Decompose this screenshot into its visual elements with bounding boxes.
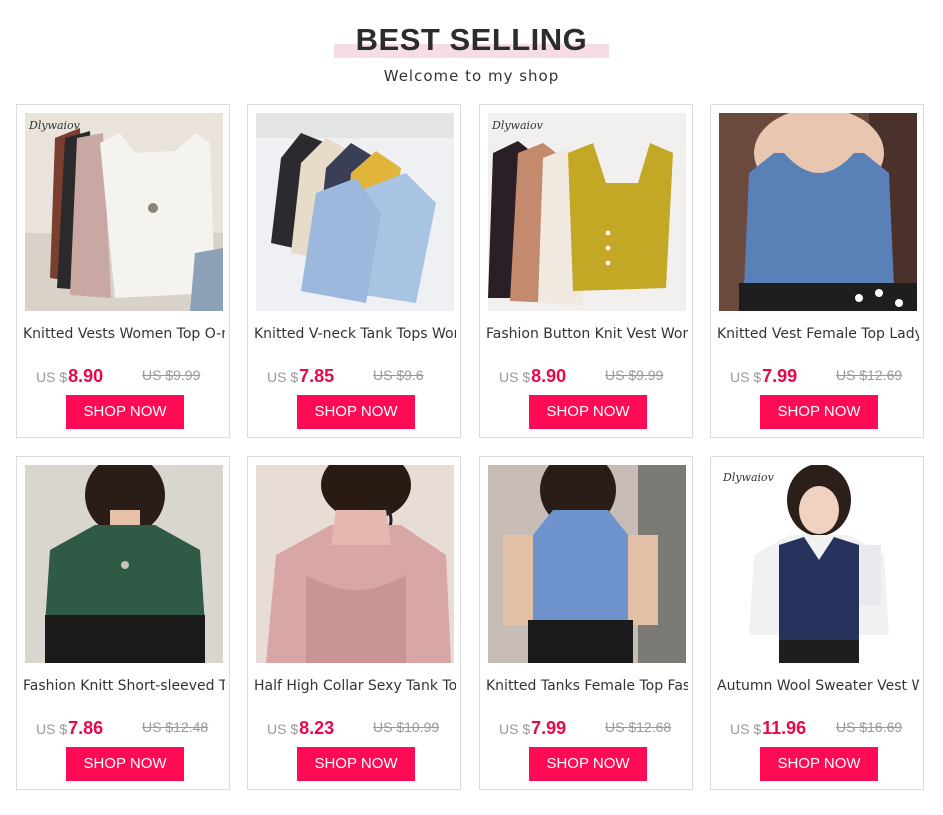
current-price: US $8.90 [36, 366, 103, 387]
current-price: US $7.85 [267, 366, 334, 387]
currency-label: US $ [730, 721, 762, 737]
shop-now-button[interactable]: SHOP NOW [66, 747, 184, 781]
section-header: BEST SELLING Welcome to my shop [0, 0, 943, 100]
original-price: US $12.48 [142, 719, 209, 735]
current-price: US $11.96 [730, 718, 806, 739]
price-row: US $8.90 US $9.99 [17, 361, 231, 387]
price-row: US $7.85 US $9.6 [248, 361, 462, 387]
product-image[interactable] [25, 465, 223, 663]
product-card[interactable]: Dlywaiov Autumn Wool Sweater Vest Women … [710, 456, 924, 790]
product-card[interactable]: Dlywaiov Fashion Button Knit Vest Women … [479, 104, 693, 438]
shop-now-button[interactable]: SHOP NOW [529, 395, 647, 429]
current-price: US $8.23 [267, 718, 334, 739]
product-image[interactable]: Dlywaiov [488, 113, 686, 311]
price-value: 8.90 [531, 366, 567, 386]
brand-watermark: Dlywaiov [491, 119, 544, 132]
section-title: BEST SELLING [355, 22, 588, 57]
price-value: 7.86 [68, 718, 104, 738]
currency-label: US $ [499, 369, 531, 385]
product-image[interactable]: Dlywaiov [25, 113, 223, 311]
original-price: US $16.69 [836, 719, 903, 735]
product-card[interactable]: Knitted Vest Female Top Lady Sleeveless … [710, 104, 924, 438]
original-price: US $12.68 [605, 719, 672, 735]
section-subtitle: Welcome to my shop [383, 67, 560, 85]
shop-now-button[interactable]: SHOP NOW [760, 395, 878, 429]
shop-now-button[interactable]: SHOP NOW [297, 395, 415, 429]
original-price: US $9.6 [373, 367, 424, 383]
price-row: US $8.90 US $9.99 [480, 361, 694, 387]
current-price: US $7.99 [730, 366, 797, 387]
currency-label: US $ [36, 369, 68, 385]
price-row: US $7.86 US $12.48 [17, 713, 231, 739]
shop-now-button[interactable]: SHOP NOW [529, 747, 647, 781]
price-value: 7.99 [762, 366, 798, 386]
shop-now-button[interactable]: SHOP NOW [760, 747, 878, 781]
product-card[interactable]: Dlywaiov Knitted Vests Women Top O-neck … [16, 104, 230, 438]
shop-now-button[interactable]: SHOP NOW [297, 747, 415, 781]
price-value: 7.99 [531, 718, 567, 738]
currency-label: US $ [267, 369, 299, 385]
price-row: US $7.99 US $12.68 [480, 713, 694, 739]
current-price: US $7.99 [499, 718, 566, 739]
current-price: US $8.90 [499, 366, 566, 387]
price-value: 11.96 [762, 718, 807, 738]
currency-label: US $ [499, 721, 531, 737]
product-card[interactable]: Half High Collar Sexy Tank Top Women Sle… [247, 456, 461, 790]
price-row: US $11.96 US $16.69 [711, 713, 925, 739]
product-image[interactable] [488, 465, 686, 663]
price-value: 8.23 [299, 718, 335, 738]
product-card[interactable]: Fashion Knitt Short-sleeved Tops Women 2… [16, 456, 230, 790]
price-row: US $7.99 US $12.69 [711, 361, 925, 387]
price-row: US $8.23 US $10.99 [248, 713, 462, 739]
original-price: US $10.99 [373, 719, 440, 735]
product-image[interactable] [256, 465, 454, 663]
price-value: 8.90 [68, 366, 104, 386]
currency-label: US $ [36, 721, 68, 737]
shop-now-button[interactable]: SHOP NOW [66, 395, 184, 429]
product-card[interactable]: Knitted Tanks Female Top Fashion Sleevel… [479, 456, 693, 790]
original-price: US $9.99 [605, 367, 664, 383]
brand-watermark: Dlywaiov [722, 471, 775, 484]
brand-watermark: Dlywaiov [28, 119, 81, 132]
product-image[interactable]: Dlywaiov [719, 465, 917, 663]
product-card[interactable]: Knitted V-neck Tank Tops Women Camisole … [247, 104, 461, 438]
original-price: US $9.99 [142, 367, 201, 383]
product-image[interactable] [719, 113, 917, 311]
product-image[interactable] [256, 113, 454, 311]
price-value: 7.85 [299, 366, 335, 386]
currency-label: US $ [267, 721, 299, 737]
currency-label: US $ [730, 369, 762, 385]
current-price: US $7.86 [36, 718, 103, 739]
original-price: US $12.69 [836, 367, 903, 383]
